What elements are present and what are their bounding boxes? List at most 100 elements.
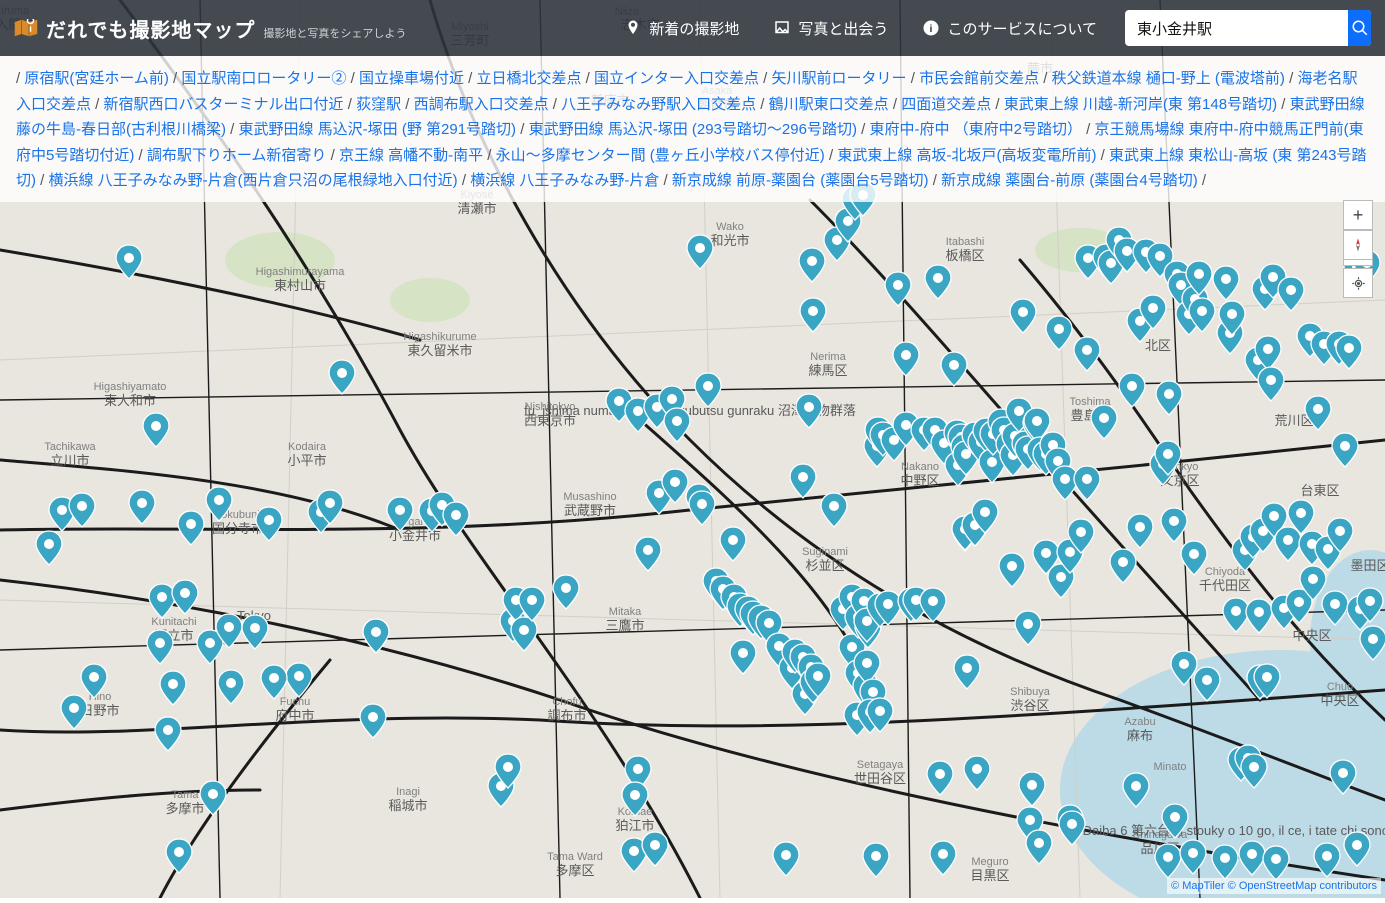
search-icon	[1351, 19, 1369, 37]
spot-link[interactable]: 新宿駅西口バスターミナル出口付近	[104, 96, 344, 113]
link-separator: /	[401, 96, 414, 113]
spot-link[interactable]: 荻窪駅	[356, 96, 401, 113]
brand-subtitle: 撮影地と写真をシェアしよう	[263, 25, 406, 41]
spot-link[interactable]: 国立操車場付近	[359, 70, 464, 87]
map-label-jp: 多摩市	[165, 801, 204, 816]
map-label-jp: 稲城市	[388, 798, 427, 813]
map-label-jp: 墨田区	[1350, 558, 1385, 573]
map-label-jp: 清瀬市	[457, 201, 496, 216]
attribution-osm[interactable]: © OpenStreetMap contributors	[1228, 880, 1377, 892]
brand-map-icon	[14, 19, 38, 37]
svg-text:i: i	[930, 23, 933, 35]
link-separator: /	[1198, 172, 1206, 189]
brand-title: だれでも撮影地マップ	[46, 14, 255, 43]
map-label-en: Itabashi	[946, 236, 985, 248]
link-separator: /	[36, 172, 49, 189]
link-separator: /	[907, 70, 920, 87]
map-label-jp: 東久留米市	[407, 343, 472, 358]
spot-link[interactable]: 矢川駅前ロータリー	[772, 70, 907, 87]
map-label-en: Musashino	[563, 491, 616, 503]
spot-link[interactable]: 原宿駅(宮廷ホーム前)	[24, 70, 169, 87]
info-icon: i	[922, 19, 940, 37]
map-label-en: Kodaira	[288, 441, 327, 453]
spot-link[interactable]: 調布駅下りホーム新宿寄り	[147, 147, 327, 164]
map-label-en: Fuchu	[280, 696, 311, 708]
spot-link[interactable]: 鶴川駅東口交差点	[769, 96, 889, 113]
spot-link[interactable]: 横浜線 八王子みなみ野-片倉(西片倉只沼の尾根緑地入口付近)	[49, 172, 458, 189]
map-label-en: Chiyoda	[1205, 566, 1246, 578]
spot-link[interactable]: 東府中-府中 （東府中2号踏切）	[869, 121, 1082, 138]
nav-about[interactable]: i このサービスについて	[922, 18, 1097, 39]
spot-link[interactable]: 立日橋北交差点	[476, 70, 581, 87]
nav-about-label: このサービスについて	[947, 18, 1097, 39]
link-separator: /	[169, 70, 182, 87]
search-box	[1125, 10, 1371, 46]
spot-link[interactable]: 東武東上線 高坂-北坂戸(高坂変電所前)	[837, 147, 1096, 164]
link-separator: /	[581, 70, 594, 87]
map-label-jp: 和光市	[710, 233, 749, 248]
map-label-jp: 渋谷区	[1010, 698, 1049, 713]
spot-link[interactable]: 横浜線 八王子みなみ野-片倉	[470, 172, 659, 189]
link-separator: /	[1039, 70, 1052, 87]
link-separator: /	[346, 70, 359, 87]
nav-meet-photos-label: 写真と出会う	[798, 18, 888, 39]
search-input[interactable]	[1125, 20, 1348, 37]
attribution-maptiler[interactable]: © MapTiler	[1171, 880, 1225, 892]
search-button[interactable]	[1348, 10, 1371, 46]
spot-link[interactable]: 秩父鉄道本線 樋口-野上 (電波塔前)	[1052, 70, 1285, 87]
link-separator: /	[458, 172, 471, 189]
map-label-en: Higashikurume	[403, 331, 476, 343]
map-label-en: Higashiyamato	[94, 381, 167, 393]
map-label-jp: 中央区	[1292, 628, 1331, 643]
map-label-jp: 東村山市	[274, 278, 326, 293]
map-label-en: Nakano	[901, 461, 939, 473]
map-label-en: Setagaya	[857, 759, 904, 771]
results-link-strip: / 原宿駅(宮廷ホーム前) / 国立駅南口ロータリー② / 国立操車場付近 / …	[0, 56, 1385, 202]
locate-button[interactable]	[1343, 268, 1373, 298]
map-label-jp: 府中市	[275, 708, 314, 723]
map-label-jp: 麻布	[1127, 728, 1153, 743]
zoom-in-button[interactable]: +	[1343, 200, 1373, 230]
locate-control	[1343, 268, 1373, 298]
map-label-en: Mitaka	[609, 606, 642, 618]
link-separator: /	[659, 172, 672, 189]
map-label-jp: 小平市	[287, 453, 326, 468]
spot-link[interactable]: 東武野田線 馬込沢-塚田 (293号踏切～296号踏切)	[529, 121, 857, 138]
top-nav: 新着の撮影地 写真と出会う i このサービスについて	[624, 18, 1097, 39]
link-separator: /	[857, 121, 870, 138]
compass-button[interactable]	[1343, 230, 1373, 260]
nav-meet-photos[interactable]: 写真と出会う	[773, 18, 888, 39]
map-label-en: Tachikawa	[44, 441, 96, 453]
link-separator: /	[1277, 96, 1290, 113]
spot-link[interactable]: 永山～多摩センター間 (豊ヶ丘小学校バス停付近)	[496, 147, 825, 164]
spot-link[interactable]: 西調布駅入口交差点	[414, 96, 549, 113]
link-separator: /	[134, 147, 147, 164]
spot-link[interactable]: 八王子みなみ野駅入口交差点	[561, 96, 756, 113]
map-label-jp: 中央区	[1320, 693, 1359, 708]
map-label-jp: 多摩区	[555, 863, 594, 878]
map-label-en: Meguro	[971, 856, 1008, 868]
map-label-en: Tama	[172, 789, 200, 801]
spot-link[interactable]: 国立インター入口交差点	[594, 70, 759, 87]
pin-icon	[624, 19, 642, 37]
spot-link[interactable]: 四面道交差点	[901, 96, 991, 113]
spot-link[interactable]: 新京成線 前原-薬園台 (薬園台5号踏切)	[672, 172, 929, 189]
brand[interactable]: だれでも撮影地マップ 撮影地と写真をシェアしよう	[14, 14, 406, 43]
link-separator: /	[825, 147, 838, 164]
spot-link[interactable]: 市民会館前交差点	[919, 70, 1039, 87]
map-label-jp: 狛江市	[615, 818, 654, 833]
spot-link[interactable]: 新京成線 薬園台-前原 (薬園台4号踏切)	[941, 172, 1198, 189]
spot-link[interactable]: 国立駅南口ロータリー②	[181, 70, 346, 87]
nav-new-spots-label: 新着の撮影地	[649, 18, 739, 39]
spot-link[interactable]: 京王線 高幡不動-南平	[339, 147, 483, 164]
map-label-jp: 世田谷区	[854, 771, 906, 786]
map-label-jp: 練馬区	[808, 363, 847, 378]
link-separator: /	[464, 70, 477, 87]
link-separator: /	[1082, 121, 1095, 138]
link-separator: /	[1096, 147, 1109, 164]
map-label-jp: 東大和市	[104, 393, 156, 408]
spot-link[interactable]: 東武東上線 川越-新河岸(東 第148号踏切)	[1004, 96, 1277, 113]
spot-link[interactable]: 東武野田線 馬込沢-塚田 (野 第291号踏切)	[239, 121, 517, 138]
nav-new-spots[interactable]: 新着の撮影地	[624, 18, 739, 39]
link-separator: /	[991, 96, 1004, 113]
